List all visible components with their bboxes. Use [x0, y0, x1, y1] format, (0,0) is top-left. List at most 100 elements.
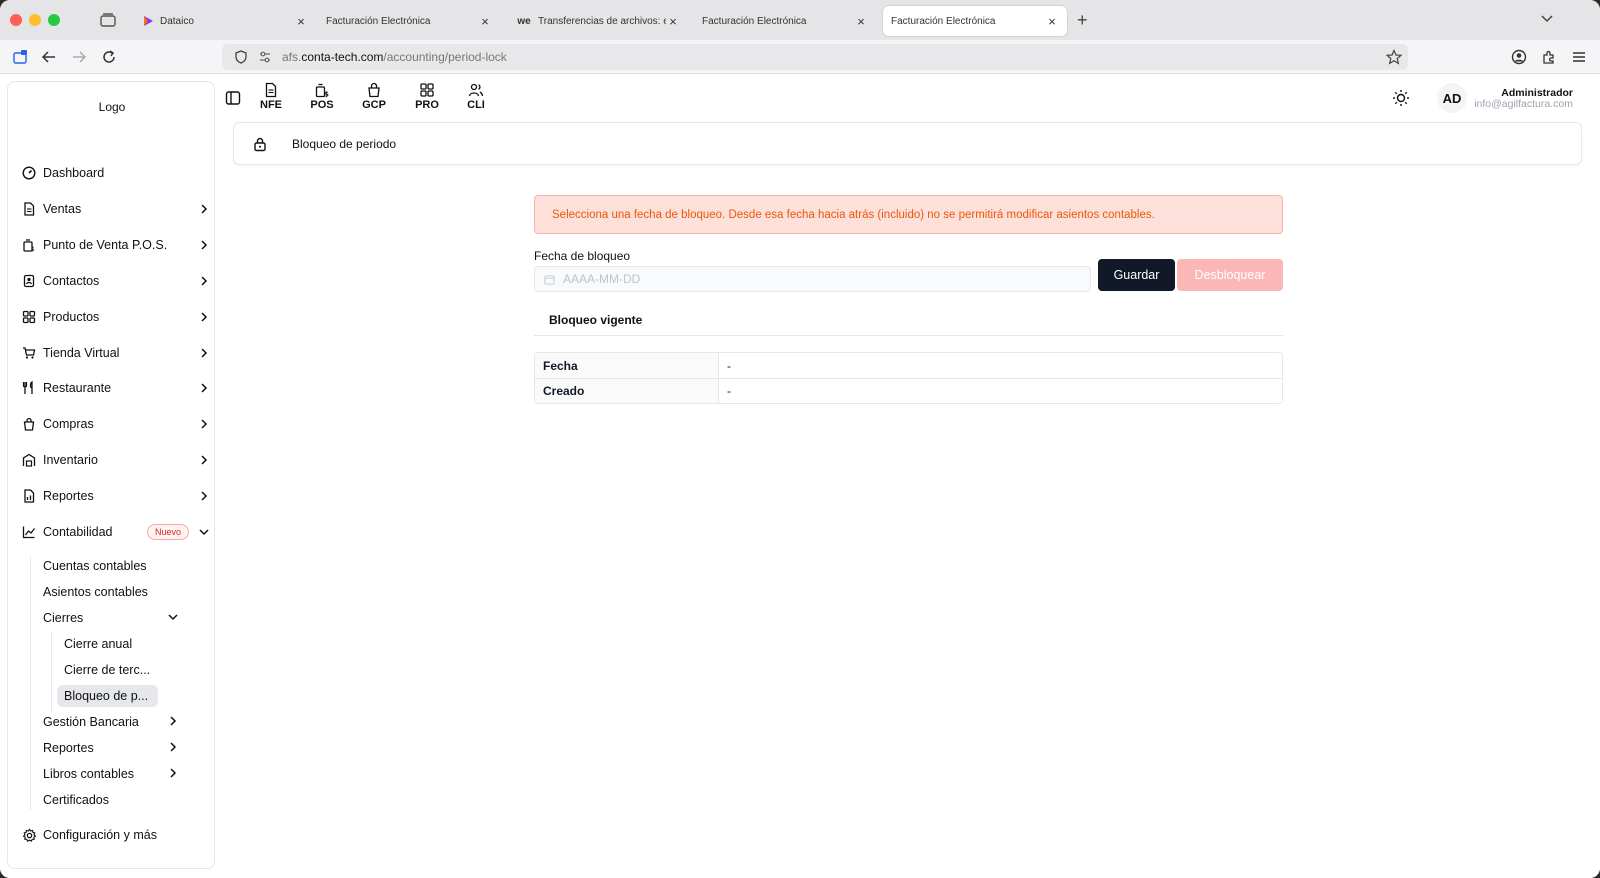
warehouse-icon	[21, 452, 37, 468]
new-tab-button[interactable]: +	[1077, 10, 1088, 31]
sidebar-item-libros-contables[interactable]: Libros contables	[43, 763, 178, 785]
close-tab-icon[interactable]: ×	[478, 14, 492, 29]
close-tab-icon[interactable]: ×	[854, 14, 868, 29]
quick-link-pro[interactable]: PRO	[407, 82, 447, 111]
sidebar-item-label: Reportes	[43, 489, 94, 503]
browser-window: Dataico × Facturación Electrónica × we T…	[0, 0, 1600, 878]
users-icon	[468, 83, 484, 97]
bag-icon	[368, 82, 380, 98]
chart-icon	[21, 524, 37, 540]
avatar[interactable]: AD	[1437, 83, 1467, 113]
tab-bar: Dataico × Facturación Electrónica × we T…	[0, 0, 1600, 40]
pos-icon: $	[21, 237, 37, 253]
dashboard-icon	[21, 165, 37, 181]
quick-link-cli[interactable]: CLI	[456, 82, 496, 111]
sidebar-item-label: Asientos contables	[43, 585, 148, 599]
save-button[interactable]: Guardar	[1098, 259, 1175, 291]
grid-icon	[21, 309, 37, 325]
close-tab-icon[interactable]: ×	[1045, 14, 1059, 29]
browser-tab-transferencias[interactable]: we Transferencias de archivos: el c ×	[508, 6, 688, 36]
sidebar-item-certificados[interactable]: Certificados	[43, 789, 178, 811]
sidebar-item-cierres[interactable]: Cierres	[43, 607, 178, 629]
table-row: Creado -	[535, 378, 1282, 403]
maximize-window-button[interactable]	[48, 14, 60, 26]
sidebar-panel-icon[interactable]	[11, 48, 29, 66]
quick-link-pos[interactable]: $ POS	[302, 82, 342, 111]
quick-link-nfe[interactable]: NFE	[251, 82, 291, 111]
sidebar-item-pos[interactable]: $ Punto de Venta P.O.S.	[21, 233, 211, 257]
shield-icon[interactable]	[234, 50, 248, 64]
quick-link-gcp[interactable]: GCP	[354, 82, 394, 111]
close-window-button[interactable]	[10, 14, 22, 26]
sidebar-item-dashboard[interactable]: Dashboard	[21, 161, 211, 185]
sidebar-item-configuracion[interactable]: Configuración y más	[21, 823, 211, 847]
table-value: -	[727, 358, 731, 373]
site-settings-icon[interactable]	[258, 50, 272, 64]
sidebar-item-gestion-bancaria[interactable]: Gestión Bancaria	[43, 711, 178, 733]
sidebar-item-ventas[interactable]: Ventas	[21, 197, 211, 221]
quick-link-label: GCP	[362, 99, 386, 111]
sidebar-item-tienda-virtual[interactable]: Tienda Virtual	[21, 341, 211, 365]
sidebar-item-reportes-contables[interactable]: Reportes	[43, 737, 178, 759]
chevron-right-icon	[197, 381, 211, 395]
page-header: Bloqueo de periodo	[233, 122, 1582, 165]
contacts-icon	[21, 273, 37, 289]
sidebar-item-bloqueo-periodo[interactable]: Bloqueo de p...	[57, 685, 158, 707]
chevron-right-icon	[197, 346, 211, 360]
account-icon[interactable]	[1510, 48, 1528, 66]
sidebar-item-contactos[interactable]: Contactos	[21, 269, 211, 293]
url-path: /accounting/period-lock	[383, 50, 507, 64]
calendar-icon	[544, 274, 555, 285]
forward-arrow-icon[interactable]	[70, 48, 88, 66]
current-lock-table: Fecha - Creado -	[534, 352, 1283, 404]
unlock-button[interactable]: Desbloquear	[1177, 259, 1283, 291]
sidebar-item-label: Cierres	[43, 611, 84, 625]
chevron-right-icon	[197, 453, 211, 467]
sidebar-item-label: Cierre anual	[64, 637, 133, 651]
chevron-right-icon	[197, 274, 211, 288]
sidebar-item-compras[interactable]: Compras	[21, 412, 211, 436]
browser-tab-dataico[interactable]: Dataico ×	[134, 6, 316, 36]
menu-icon[interactable]	[1570, 48, 1588, 66]
sidebar-item-label: Tienda Virtual	[43, 346, 120, 360]
tab-overview-icon[interactable]	[100, 13, 116, 27]
new-badge: Nuevo	[146, 524, 189, 540]
sidebar-item-cierre-anual[interactable]: Cierre anual	[64, 633, 164, 655]
reload-icon[interactable]	[100, 48, 118, 66]
sidebar-item-cierre-terceros[interactable]: Cierre de terc...	[64, 659, 164, 681]
tab-title: Facturación Electrónica	[326, 15, 431, 27]
browser-tab-facturacion-1[interactable]: Facturación Electrónica ×	[318, 6, 500, 36]
browser-tab-facturacion-2[interactable]: Facturación Electrónica ×	[694, 6, 876, 36]
sidebar-item-contabilidad[interactable]: Contabilidad Nuevo	[21, 520, 211, 544]
close-tab-icon[interactable]: ×	[666, 14, 680, 29]
bookmark-star-icon[interactable]	[1386, 49, 1402, 65]
current-lock-title: Bloqueo vigente	[549, 313, 643, 327]
back-arrow-icon[interactable]	[40, 48, 58, 66]
sidebar-item-label: Contactos	[43, 274, 100, 288]
date-field[interactable]	[534, 266, 1091, 292]
extensions-icon[interactable]	[1540, 48, 1558, 66]
chevron-down-icon[interactable]	[1540, 12, 1554, 26]
sidebar-item-restaurante[interactable]: Restaurante	[21, 376, 211, 400]
sidebar-item-productos[interactable]: Productos	[21, 305, 211, 329]
sidebar-item-asientos-contables[interactable]: Asientos contables	[43, 581, 178, 603]
sidebar-item-label: Compras	[43, 417, 94, 431]
sun-icon[interactable]	[1392, 89, 1410, 107]
navigation-bar: afs. conta-tech.com/accounting/period-loc…	[0, 40, 1600, 74]
lock-date-input[interactable]	[563, 272, 1090, 286]
sidebar-item-label: Ventas	[43, 202, 82, 216]
browser-tab-facturacion-active[interactable]: Facturación Electrónica ×	[883, 6, 1067, 36]
sidebar-item-reportes[interactable]: Reportes	[21, 484, 211, 508]
sidebar-item-inventario[interactable]: Inventario	[21, 448, 211, 472]
gear-icon	[21, 827, 37, 843]
close-tab-icon[interactable]: ×	[294, 14, 308, 29]
quick-link-label: CLI	[467, 99, 485, 111]
sidebar-item-cuentas-contables[interactable]: Cuentas contables	[43, 555, 178, 577]
dataico-play-icon	[142, 15, 154, 27]
section-divider	[534, 335, 1283, 336]
address-bar[interactable]: afs. conta-tech.com/accounting/period-loc…	[222, 44, 1408, 70]
minimize-window-button[interactable]	[29, 14, 41, 26]
svg-text:$: $	[31, 246, 35, 252]
sidebar-toggle-icon[interactable]	[225, 90, 241, 106]
sidebar-item-label: Cuentas contables	[43, 559, 147, 573]
